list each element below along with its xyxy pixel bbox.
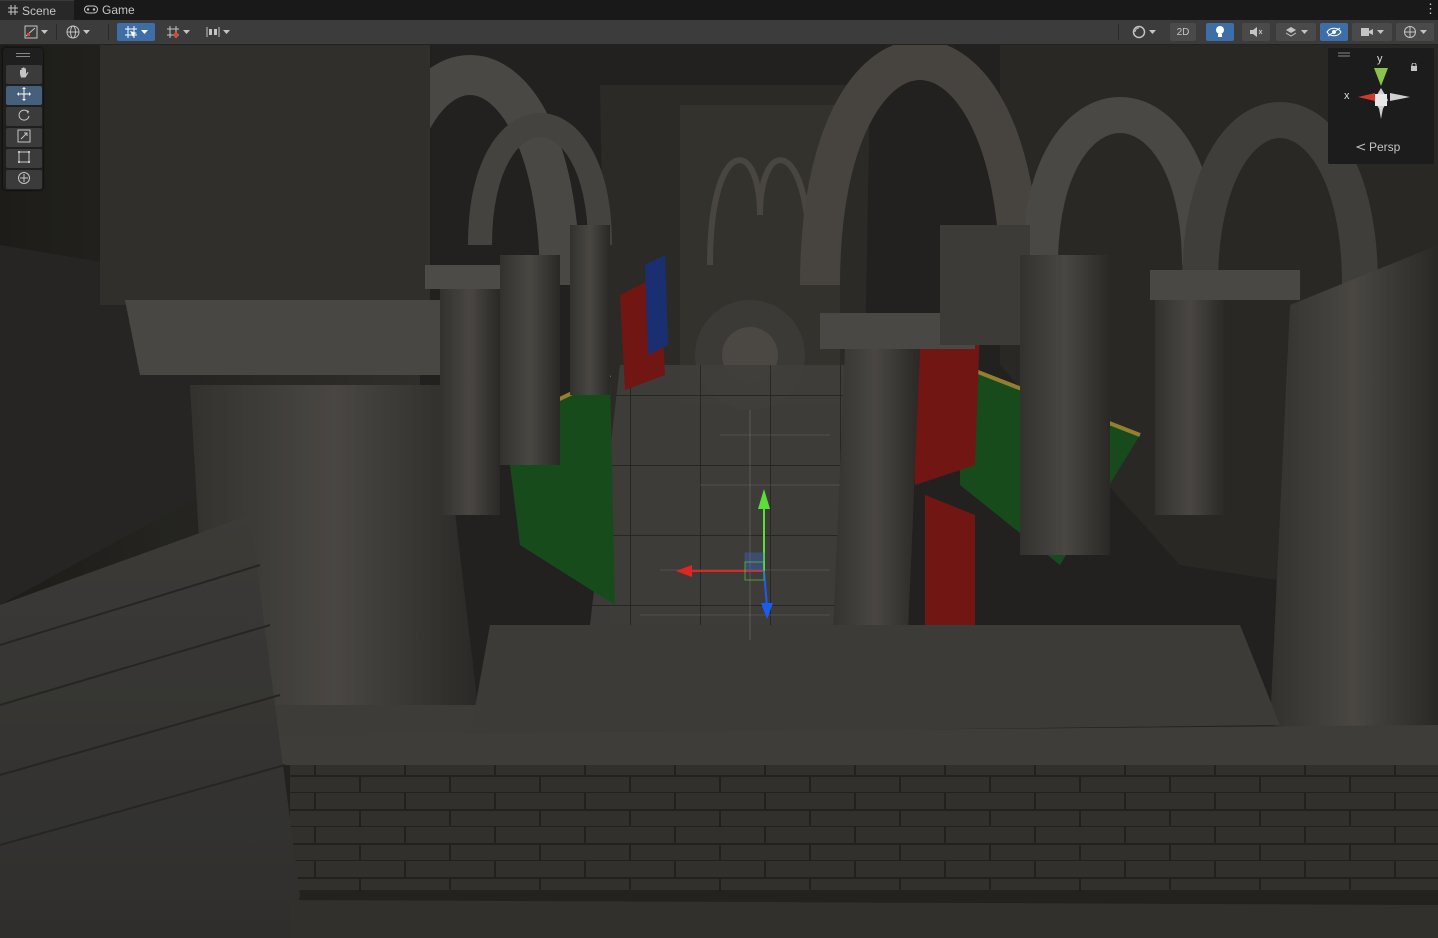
- scene-visibility-toggle[interactable]: [1320, 23, 1348, 41]
- camera-dropdown[interactable]: [1352, 23, 1392, 41]
- globe-icon: [66, 25, 80, 39]
- chevron-down-icon: [222, 30, 230, 34]
- rotate-icon: [17, 108, 31, 125]
- chevron-down-icon: [82, 30, 90, 34]
- transform-tool-button[interactable]: [6, 170, 42, 189]
- toggle-2d-button[interactable]: 2D: [1170, 23, 1196, 41]
- grid-icon: [8, 4, 18, 18]
- chevron-down-icon: [40, 30, 48, 34]
- shading-dropdown[interactable]: [1124, 23, 1164, 41]
- perspective-icon: [1355, 140, 1366, 154]
- chevron-down-icon: [1148, 30, 1156, 34]
- rect-icon: [17, 150, 31, 167]
- gizmo-x-label: x: [1344, 90, 1350, 102]
- tab-game-label: Game: [102, 3, 135, 17]
- scene-toolbar: 2D: [0, 20, 1438, 45]
- projection-toggle[interactable]: Persp: [1355, 140, 1401, 154]
- global-dropdown[interactable]: [60, 23, 96, 41]
- lock-icon[interactable]: [1410, 60, 1418, 71]
- align-icon: [206, 25, 220, 39]
- chevron-down-icon: [182, 30, 190, 34]
- editor-tab-bar: Scene Game ⋮: [0, 0, 1438, 21]
- hand-tool-button[interactable]: [6, 65, 42, 84]
- rect-tool-button[interactable]: [6, 149, 42, 168]
- hidden-objects-icon: [1326, 27, 1342, 37]
- audio-mute-icon: [1249, 26, 1263, 38]
- scene-viewport[interactable]: y x Persp: [0, 45, 1438, 938]
- scale-tool-button[interactable]: [6, 128, 42, 147]
- tools-overlay: [3, 48, 43, 190]
- scale-icon: [17, 129, 31, 146]
- tab-game[interactable]: Game: [76, 0, 150, 20]
- shading-mode-icon: [24, 25, 38, 39]
- scene-render: [0, 45, 1438, 938]
- chevron-down-icon: [1300, 30, 1308, 34]
- effects-dropdown[interactable]: [1276, 23, 1316, 41]
- grid-snap-button[interactable]: [117, 23, 155, 41]
- lighting-toggle[interactable]: [1206, 23, 1234, 41]
- audio-toggle[interactable]: [1242, 23, 1270, 41]
- drag-handle[interactable]: [16, 53, 30, 57]
- effects-icon: [1284, 26, 1298, 38]
- tab-scene[interactable]: Scene: [0, 0, 74, 21]
- chevron-down-icon: [140, 30, 148, 34]
- lightbulb-icon: [1215, 25, 1225, 39]
- chevron-down-icon: [1376, 30, 1384, 34]
- grid-snap-icon: [124, 25, 138, 39]
- gamepad-icon: [84, 3, 98, 17]
- transform-icon: [17, 171, 31, 188]
- camera-icon: [1360, 27, 1374, 37]
- rotate-tool-button[interactable]: [6, 107, 42, 126]
- gizmos-icon: [1403, 25, 1417, 39]
- draw-mode-dropdown[interactable]: [18, 23, 54, 41]
- increment-snap-icon: [166, 25, 180, 39]
- gizmo-y-label: y: [1377, 53, 1383, 65]
- hand-icon: [17, 66, 31, 83]
- increment-snap-dropdown[interactable]: [160, 23, 196, 41]
- tab-scene-label: Scene: [22, 4, 57, 18]
- move-icon: [17, 87, 31, 104]
- projection-label: Persp: [1369, 140, 1401, 154]
- gizmos-dropdown[interactable]: [1396, 23, 1434, 41]
- move-tool-button[interactable]: [6, 86, 42, 105]
- more-options-icon[interactable]: ⋮: [1424, 2, 1437, 16]
- chevron-down-icon: [1419, 30, 1427, 34]
- align-dropdown[interactable]: [200, 23, 236, 41]
- sphere-shading-icon: [1132, 25, 1146, 39]
